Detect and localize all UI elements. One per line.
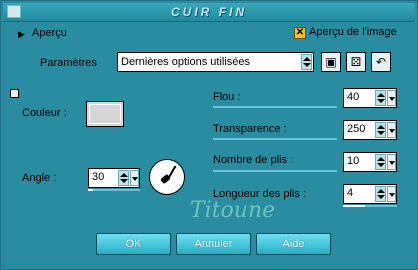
- longueur-plis-dropdown-icon[interactable]: [387, 186, 396, 202]
- dice-icon: ⚄: [350, 55, 362, 69]
- spin-up-icon: [377, 93, 385, 97]
- spin-down-icon: [377, 99, 385, 103]
- angle-dial[interactable]: [149, 159, 185, 195]
- ok-button[interactable]: OK: [96, 233, 171, 255]
- spin-up-icon: [303, 57, 311, 61]
- spin-down-icon: [120, 179, 128, 183]
- randomize-button[interactable]: ⚄: [346, 52, 366, 72]
- spin-down-icon: [303, 63, 311, 67]
- longueur-plis-spin[interactable]: [375, 186, 386, 202]
- spin-up-icon: [120, 173, 128, 177]
- angle-slider[interactable]: [88, 189, 140, 191]
- link-icon[interactable]: [10, 89, 19, 98]
- watermark: Titoune: [190, 198, 276, 223]
- dialog-window: CUIR FIN ▶ Aperçu ✕ Aperçu de l'image Pa…: [0, 0, 418, 270]
- transparence-slider[interactable]: [213, 138, 337, 140]
- spin-up-icon: [377, 157, 385, 161]
- flou-spinbox[interactable]: 40: [343, 88, 397, 108]
- apercu-label[interactable]: Aperçu: [32, 27, 67, 39]
- nombre-plis-value: 10: [347, 155, 360, 167]
- dialog-client: ▶ Aperçu ✕ Aperçu de l'image Paramètres …: [4, 22, 414, 267]
- transparence-spinbox[interactable]: 250: [343, 120, 397, 140]
- preview-image-checkbox[interactable]: ✕: [294, 27, 306, 39]
- undo-icon: ↶: [375, 55, 387, 69]
- nombre-plis-dropdown-icon[interactable]: [387, 154, 396, 170]
- couleur-swatch[interactable]: [86, 101, 124, 127]
- longueur-plis-spinbox[interactable]: 4: [343, 184, 397, 204]
- flou-slider[interactable]: [213, 106, 337, 108]
- aide-button[interactable]: Aide: [256, 233, 331, 255]
- title-bar[interactable]: CUIR FIN: [3, 3, 415, 22]
- annuler-button[interactable]: Annuler: [176, 233, 251, 255]
- parametres-label: Paramètres: [40, 57, 97, 69]
- flou-dropdown-icon[interactable]: [387, 90, 396, 106]
- flou-spin[interactable]: [375, 90, 386, 106]
- spin-up-icon: [377, 125, 385, 129]
- save-preset-button[interactable]: ▣: [321, 52, 341, 72]
- nombre-plis-spin[interactable]: [375, 154, 386, 170]
- transparence-label: Transparence :: [213, 123, 287, 135]
- transparence-value: 250: [347, 123, 366, 135]
- nombre-plis-spinbox[interactable]: 10: [343, 152, 397, 172]
- couleur-label: Couleur :: [22, 107, 67, 119]
- reset-button[interactable]: ↶: [371, 52, 391, 72]
- transparence-dropdown-icon[interactable]: [387, 122, 396, 138]
- longueur-plis-slider[interactable]: [343, 205, 397, 207]
- flou-value: 40: [347, 91, 360, 103]
- angle-spin[interactable]: [118, 170, 129, 186]
- angle-dropdown-icon[interactable]: [130, 170, 139, 186]
- transparence-spin[interactable]: [375, 122, 386, 138]
- spin-down-icon: [377, 131, 385, 135]
- nombre-plis-slider[interactable]: [213, 170, 337, 172]
- parametres-spin[interactable]: [301, 54, 312, 70]
- angle-spinbox[interactable]: 30: [88, 168, 140, 188]
- expand-arrow-icon[interactable]: ▶: [18, 29, 25, 40]
- longueur-plis-slider-fill: [343, 205, 365, 207]
- angle-value: 30: [92, 171, 105, 183]
- flou-label: Flou :: [213, 91, 241, 103]
- parametres-value: Dernières options utilisées: [121, 56, 251, 68]
- save-icon: ▣: [325, 55, 337, 69]
- couleur-swatch-fill: [89, 104, 121, 124]
- angle-slider-fill: [88, 189, 93, 191]
- preview-image-label[interactable]: Aperçu de l'image: [309, 26, 397, 38]
- longueur-plis-value: 4: [347, 187, 354, 199]
- spin-up-icon: [377, 189, 385, 193]
- spin-down-icon: [377, 163, 385, 167]
- spin-down-icon: [377, 195, 385, 199]
- angle-label: Angle :: [22, 172, 57, 184]
- nombre-plis-label: Nombre de plis :: [213, 154, 294, 166]
- parametres-dropdown[interactable]: Dernières options utilisées: [117, 52, 314, 72]
- window-title: CUIR FIN: [171, 5, 247, 19]
